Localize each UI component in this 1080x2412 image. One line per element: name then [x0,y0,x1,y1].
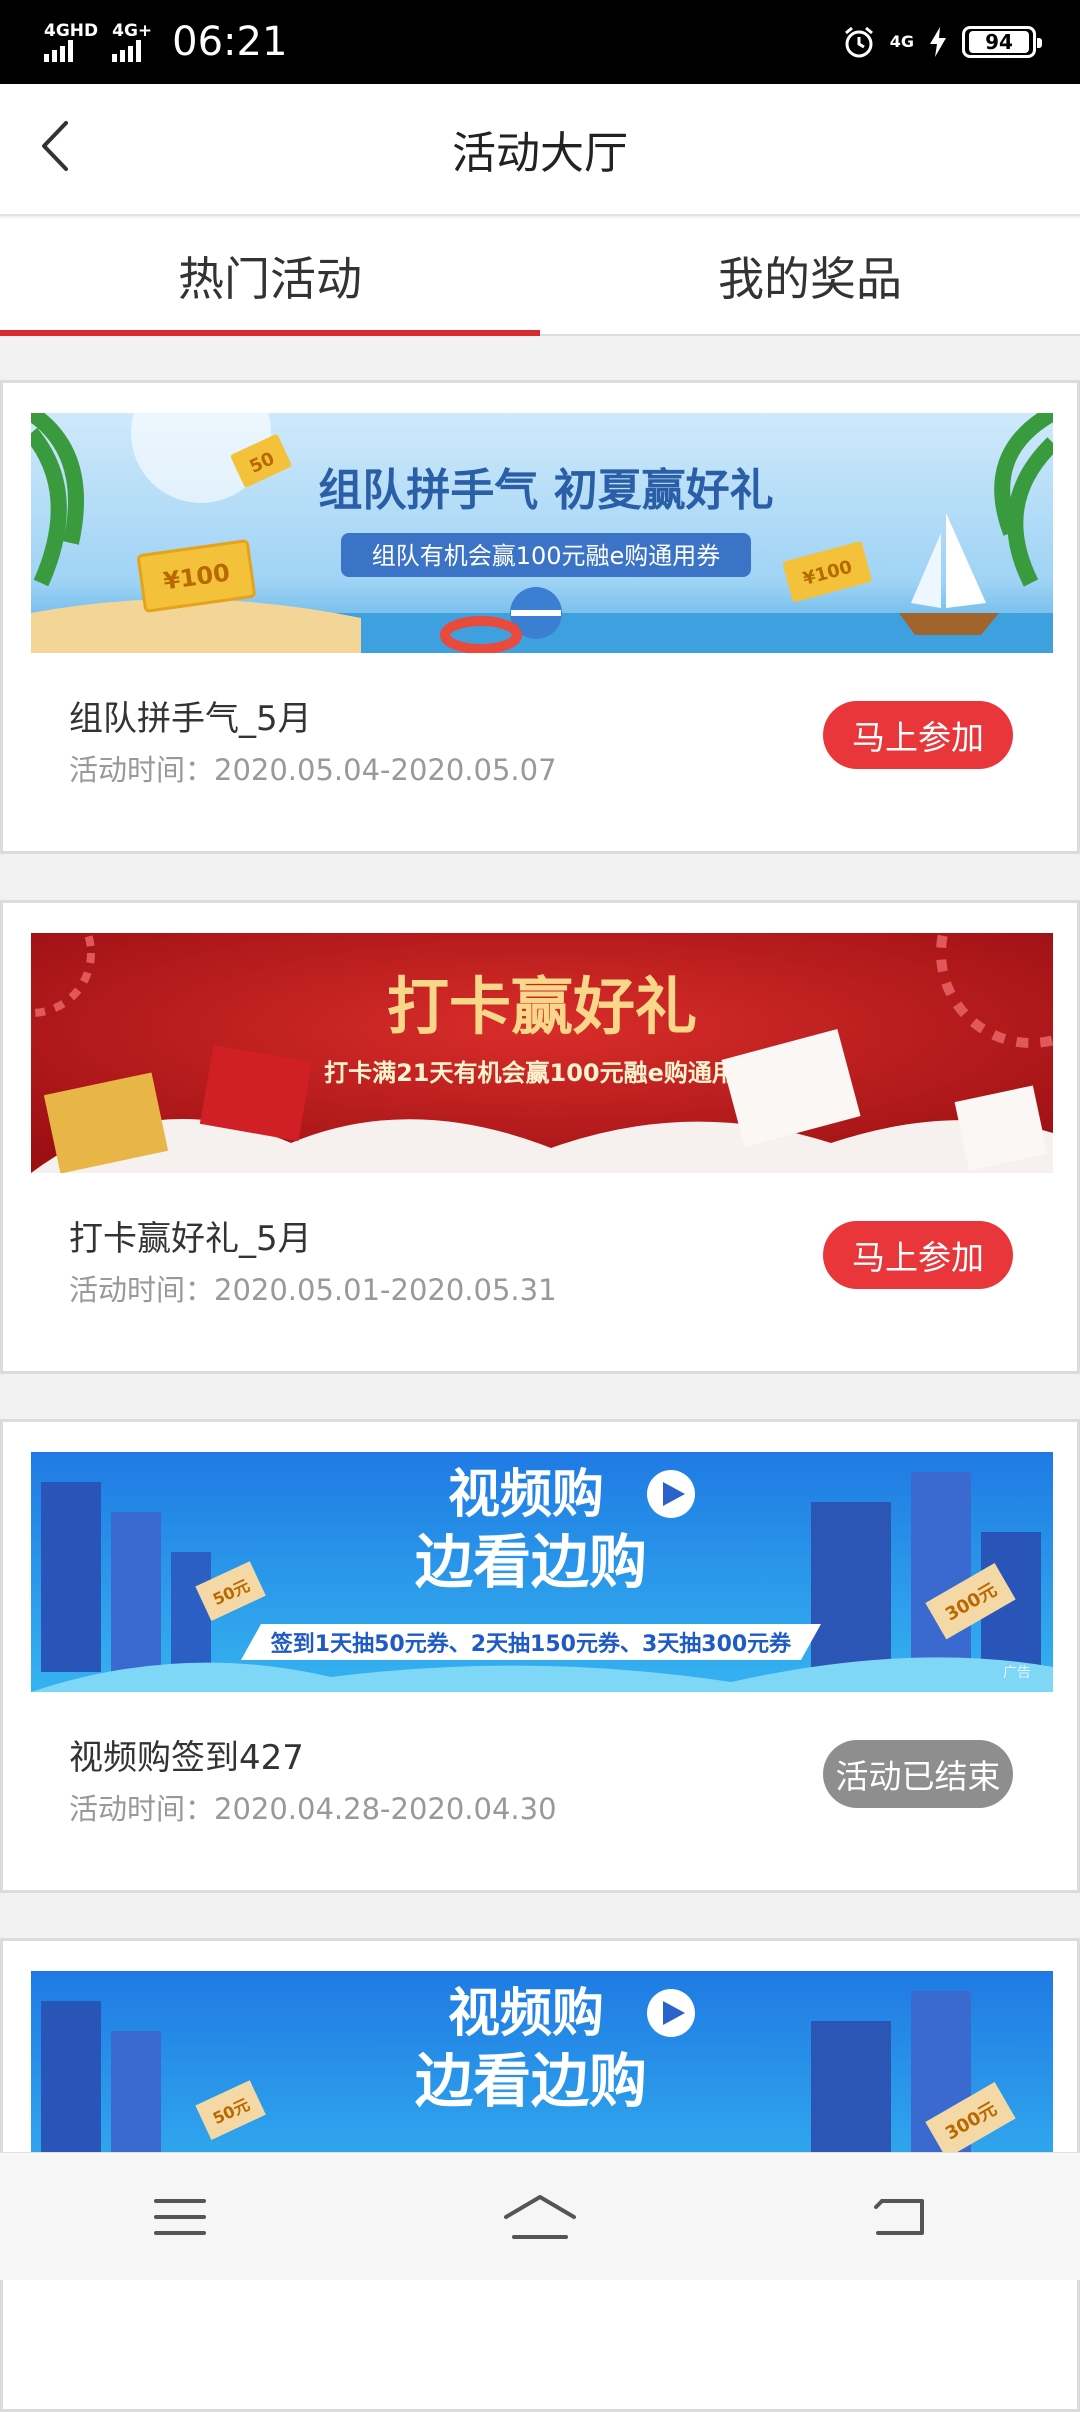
activity-banner[interactable]: 打卡赢好礼 打卡满21天有机会赢100元融e购通用券 [31,933,1053,1173]
banner-headline: 打卡赢好礼 [387,970,697,1043]
home-icon [504,2194,576,2239]
activity-banner[interactable]: 视频购 边看边购 签到1天抽50元券、2天抽150元券、3天抽300元券 50元… [31,1452,1053,1692]
alarm-icon [844,26,873,58]
ad-tag: 广告 [1003,1665,1031,1681]
video-shopping-banner-image: 视频购 边看边购 签到1天抽50元券、2天抽150元券、3天抽300元券 50元… [31,1452,1053,1692]
back-nav-button[interactable] [840,2167,960,2267]
tab-bar: 热门活动 我的奖品 [0,218,1080,336]
signal-bars-icon [44,40,73,62]
signal-1: 4GHD [44,22,98,62]
join-button[interactable]: 马上参加 [823,1221,1013,1289]
page-title: 活动大厅 [452,128,628,179]
charging-icon [930,27,946,57]
banner-headline: 视频购 [448,1465,604,1525]
status-left: 4GHD 4G+ 06:21 [44,19,287,65]
gift-banner-image: 打卡赢好礼 打卡满21天有机会赢100元融e购通用券 [31,933,1053,1173]
banner-headline: 视频购 [448,1984,604,2044]
activity-title: 视频购签到427 [69,1738,304,1778]
activity-time: 活动时间：2020.05.04-2020.05.07 [69,753,557,787]
signal-2: 4G+ [112,22,152,62]
banner-headline: 组队拼手气 初夏赢好礼 [318,465,773,516]
status-right: 4G 94 [842,25,1042,59]
clock: 06:21 [172,19,288,65]
activity-card[interactable]: 组队拼手气 初夏赢好礼 组队有机会赢100元融e购通用券 ¥100 50 ¥10… [0,380,1080,854]
signal-2-label: 4G+ [112,21,153,41]
back-icon [874,2198,924,2235]
app-header: 活动大厅 [0,84,1080,216]
status-bar: 4GHD 4G+ 06:21 4G 94 [0,0,1080,84]
tab-my-prizes[interactable]: 我的奖品 [540,218,1080,334]
chevron-left-icon [42,121,68,171]
activity-card[interactable]: 打卡赢好礼 打卡满21天有机会赢100元融e购通用券 打卡赢好礼_5月 活动时间… [0,900,1080,1374]
ended-button[interactable]: 活动已结束 [823,1740,1013,1808]
battery-icon: 94 [962,26,1042,58]
beach-banner-image: 组队拼手气 初夏赢好礼 组队有机会赢100元融e购通用券 ¥100 50 ¥10… [31,413,1053,653]
activity-title: 打卡赢好礼_5月 [69,1219,312,1259]
signal-bars-icon [112,40,142,62]
banner-headline: 边看边购 [415,2047,647,2115]
network-label: 4G [889,32,914,51]
banner-headline: 边看边购 [415,1528,647,1596]
home-button[interactable] [480,2167,600,2267]
back-button[interactable] [22,114,86,178]
banner-subline: 组队有机会赢100元融e购通用券 [372,542,721,570]
activity-time: 活动时间：2020.04.28-2020.04.30 [69,1792,557,1826]
join-button[interactable]: 马上参加 [823,701,1013,769]
menu-icon [154,2198,206,2235]
banner-subline: 签到1天抽50元券、2天抽150元券、3天抽300元券 [270,1631,792,1657]
menu-button[interactable] [120,2167,240,2267]
battery-level: 94 [969,31,1029,53]
activity-title: 组队拼手气_5月 [69,699,312,739]
tab-hot-activities[interactable]: 热门活动 [0,218,540,336]
activity-banner[interactable]: 组队拼手气 初夏赢好礼 组队有机会赢100元融e购通用券 ¥100 50 ¥10… [31,413,1053,653]
signal-1-label: 4GHD [44,21,99,41]
activity-time: 活动时间：2020.05.01-2020.05.31 [69,1273,557,1307]
banner-subline: 打卡满21天有机会赢100元融e购通用券 [324,1059,761,1087]
activity-card[interactable]: 视频购 边看边购 签到1天抽50元券、2天抽150元券、3天抽300元券 50元… [0,1419,1080,1893]
system-nav-bar [0,2152,1080,2280]
